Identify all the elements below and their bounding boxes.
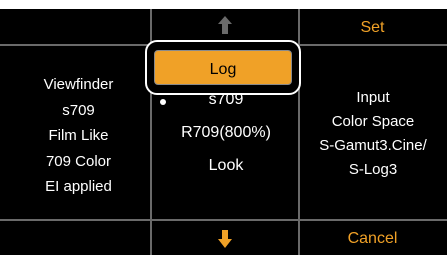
info-line: S-Gamut3.Cine/ [319,137,427,154]
option-item-r709[interactable]: R709(800%) [152,124,300,142]
camera-menu-screen: Set Viewfinder s709 Film Like 709 Color … [0,0,447,255]
info-line: s709 [62,101,95,119]
info-line: 709 Color [45,152,112,170]
cancel-button[interactable]: Cancel [305,230,440,248]
info-line: S-Log3 [348,161,398,178]
current-settings-info: Viewfinder s709 Film Like 709 Color EI a… [10,72,147,200]
option-item-look[interactable]: Look [152,157,300,175]
highlighted-option-label: Log [209,61,237,78]
input-color-space-info: Input Color Space S-Gamut3.Cine/ S-Log3 [303,86,443,182]
info-line: Color Space [331,113,415,130]
info-line: EI applied [45,178,112,195]
top-strip [0,0,447,9]
current-selection-dot-icon [160,99,166,105]
info-line: Viewfinder [43,76,114,93]
info-line: Input [356,89,390,106]
highlight-bar: Log [154,50,292,85]
set-button[interactable]: Set [305,19,440,37]
grid-cell-bottom-left [0,221,152,255]
grid-cell-top-left [0,9,152,46]
info-line: Film Like [48,127,109,144]
arrow-up-icon[interactable] [217,15,233,40]
highlighted-option[interactable]: Log [145,40,301,95]
arrow-down-icon[interactable] [217,229,233,254]
